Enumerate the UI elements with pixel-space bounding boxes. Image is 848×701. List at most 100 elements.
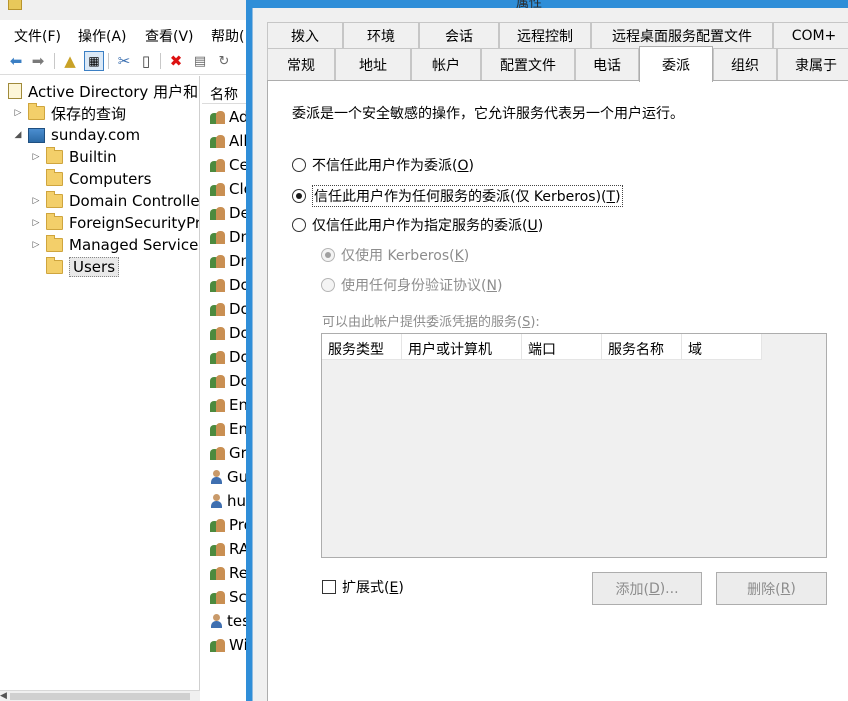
collapse-arrow-icon[interactable]: ◢ bbox=[12, 130, 24, 140]
list-item[interactable]: Do bbox=[210, 298, 250, 320]
radio-button-disabled[interactable] bbox=[321, 278, 335, 292]
menu-view[interactable]: 查看(V) bbox=[145, 26, 194, 46]
list-item[interactable]: RA bbox=[210, 538, 249, 560]
list-item[interactable]: All bbox=[210, 130, 248, 152]
list-item[interactable]: Dn bbox=[210, 226, 250, 248]
radio-button-selected[interactable] bbox=[292, 189, 306, 203]
radio-button[interactable] bbox=[292, 218, 306, 232]
tab-address[interactable]: 地址 bbox=[335, 48, 411, 80]
list-item[interactable]: De bbox=[210, 202, 250, 224]
radio-do-not-trust[interactable]: 不信任此用户作为委派(O) bbox=[292, 155, 474, 175]
tab-com-plus[interactable]: COM+ bbox=[773, 22, 848, 48]
expanded-checkbox-row[interactable]: 扩展式(E) bbox=[322, 577, 404, 597]
list-item[interactable]: Do bbox=[210, 322, 250, 344]
column-header-domain[interactable]: 域 bbox=[682, 334, 762, 360]
column-header-user-or-computer[interactable]: 用户或计算机 bbox=[402, 334, 522, 360]
list-item[interactable]: Do bbox=[210, 346, 250, 368]
list-item[interactable]: Ce bbox=[210, 154, 249, 176]
expand-arrow-icon[interactable]: ▷ bbox=[30, 196, 42, 206]
list-item[interactable]: Ent bbox=[210, 418, 250, 440]
forward-arrow-icon[interactable]: ➡ bbox=[28, 51, 48, 71]
tab-organization[interactable]: 组织 bbox=[713, 48, 777, 80]
horizontal-scrollbar[interactable]: ◀ bbox=[0, 690, 200, 701]
list-item[interactable]: Scl bbox=[210, 586, 250, 608]
list-item[interactable]: Dn bbox=[210, 250, 250, 272]
services-table[interactable]: 服务类型 用户或计算机 端口 服务名称 域 bbox=[321, 333, 827, 558]
add-button[interactable]: 添加(D)... bbox=[592, 572, 702, 605]
tab-telephones[interactable]: 电话 bbox=[575, 48, 639, 80]
expanded-checkbox[interactable] bbox=[322, 580, 336, 594]
list-item[interactable]: Re bbox=[210, 562, 248, 584]
tree-item-domain[interactable]: ◢ sunday.com bbox=[12, 124, 141, 146]
up-folder-icon[interactable]: ▲ bbox=[60, 51, 80, 71]
tree-item-domain-controllers[interactable]: ▷ Domain Controlle bbox=[30, 190, 199, 212]
list-item[interactable]: Do bbox=[210, 370, 250, 392]
tab-general[interactable]: 常规 bbox=[267, 48, 335, 80]
list-item[interactable]: Do bbox=[210, 274, 250, 296]
tree-item-managed-service[interactable]: ▷ Managed Service bbox=[30, 234, 198, 256]
tab-profile[interactable]: 配置文件 bbox=[481, 48, 575, 80]
scrollbar-thumb[interactable] bbox=[10, 693, 190, 700]
remove-button[interactable]: 删除(R) bbox=[716, 572, 827, 605]
tab-environment[interactable]: 环境 bbox=[343, 22, 419, 48]
tree-item-label: Builtin bbox=[69, 148, 117, 166]
refresh-icon[interactable]: ↻ bbox=[214, 51, 234, 71]
toolbar-separator bbox=[160, 53, 161, 69]
tree-item-saved-queries[interactable]: ▷ 保存的查询 bbox=[12, 102, 126, 124]
expand-arrow-icon[interactable]: ▷ bbox=[30, 218, 42, 228]
tab-delegation[interactable]: 委派 bbox=[639, 46, 713, 82]
menu-help[interactable]: 帮助( bbox=[211, 26, 244, 46]
radio-any-auth-protocol[interactable]: 使用任何身份验证协议(N) bbox=[321, 275, 502, 295]
tab-remote-control[interactable]: 远程控制 bbox=[499, 22, 591, 48]
list-item[interactable]: Clo bbox=[210, 178, 250, 200]
tree-item-foreign-security[interactable]: ▷ ForeignSecurityPr bbox=[30, 212, 199, 234]
radio-button[interactable] bbox=[292, 158, 306, 172]
list-item[interactable]: Gro bbox=[210, 442, 250, 464]
group-icon bbox=[210, 110, 226, 125]
tab-sessions[interactable]: 会话 bbox=[419, 22, 499, 48]
tree-item-builtin[interactable]: ▷ Builtin bbox=[30, 146, 117, 168]
copy-icon[interactable]: ▯ bbox=[136, 51, 156, 71]
aduc-app-icon bbox=[8, 0, 22, 10]
list-item[interactable]: Ad bbox=[210, 106, 249, 128]
column-header-service-type[interactable]: 服务类型 bbox=[322, 334, 402, 360]
column-header-port[interactable]: 端口 bbox=[522, 334, 602, 360]
properties-icon[interactable]: ▤ bbox=[190, 51, 210, 71]
list-item[interactable]: Ent bbox=[210, 394, 250, 416]
radio-kerberos-only[interactable]: 仅使用 Kerberos(K) bbox=[321, 245, 469, 265]
tab-member-of[interactable]: 隶属于 bbox=[777, 48, 848, 80]
scroll-left-icon[interactable]: ◀ bbox=[0, 691, 7, 701]
tree-root-label: Active Directory 用户和 bbox=[28, 82, 199, 101]
radio-trust-specified-services[interactable]: 仅信任此用户作为指定服务的委派(U) bbox=[292, 215, 543, 235]
list-item[interactable]: hu bbox=[210, 490, 246, 512]
radio-label: 仅信任此用户作为指定服务的委派(U) bbox=[312, 218, 544, 234]
services-table-header: 服务类型 用户或计算机 端口 服务名称 域 bbox=[322, 334, 762, 360]
menu-action[interactable]: 操作(A) bbox=[78, 26, 127, 46]
checkbox-label: 扩展式(E) bbox=[342, 580, 404, 596]
list-item[interactable]: tes bbox=[210, 610, 250, 632]
radio-trust-any-service[interactable]: 信任此用户作为任何服务的委派(仅 Kerberos)(T) bbox=[292, 185, 623, 207]
expand-arrow-icon[interactable]: ▷ bbox=[30, 240, 42, 250]
column-header-name[interactable]: 名称 bbox=[202, 80, 250, 104]
tree-item-computers[interactable]: Computers bbox=[30, 168, 151, 190]
radio-button-disabled[interactable] bbox=[321, 248, 335, 262]
expand-arrow-icon[interactable]: ▷ bbox=[30, 152, 42, 162]
show-hide-tree-icon[interactable]: ▦ bbox=[84, 51, 104, 71]
radio-label: 仅使用 Kerberos(K) bbox=[341, 248, 470, 264]
tab-account[interactable]: 帐户 bbox=[411, 48, 481, 80]
tab-rds-profile[interactable]: 远程桌面服务配置文件 bbox=[591, 22, 773, 48]
back-arrow-icon[interactable]: ⬅ bbox=[6, 51, 26, 71]
group-icon bbox=[210, 206, 226, 221]
list-item[interactable]: Pro bbox=[210, 514, 250, 536]
column-header-service-name[interactable]: 服务名称 bbox=[602, 334, 682, 360]
tree-item-users[interactable]: Users bbox=[30, 256, 120, 278]
delete-icon[interactable]: ✖ bbox=[166, 51, 186, 71]
tree-root[interactable]: Active Directory 用户和 bbox=[8, 80, 198, 102]
list-item[interactable]: Wi bbox=[210, 634, 248, 656]
list-item[interactable]: Gu bbox=[210, 466, 248, 488]
cut-icon[interactable]: ✂ bbox=[114, 51, 134, 71]
menu-file[interactable]: 文件(F) bbox=[14, 26, 61, 46]
tab-dial-in[interactable]: 拨入 bbox=[267, 22, 343, 48]
expand-arrow-icon[interactable]: ▷ bbox=[12, 108, 24, 118]
aduc-window: 文件(F) 操作(A) 查看(V) 帮助( ⬅ ➡ ▲ ▦ ✂ ▯ ✖ ▤ ↻ … bbox=[0, 0, 250, 701]
